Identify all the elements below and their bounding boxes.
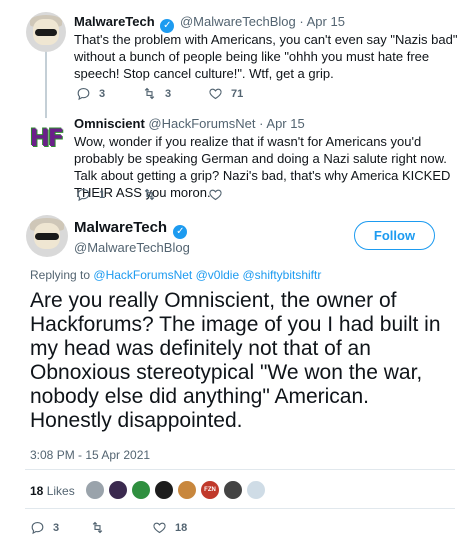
like-count: 18: [175, 521, 188, 534]
heart-icon: [153, 522, 166, 534]
retweet-count: 3: [165, 87, 172, 100]
user-handle[interactable]: @MalwareTechBlog: [74, 240, 190, 255]
like-count: 71: [231, 87, 244, 100]
like-button[interactable]: 18: [152, 520, 187, 535]
thread-tweet-2[interactable]: HF Omniscient @HackForumsNet · Apr 15 Wo…: [0, 110, 474, 210]
reply-icon: [77, 87, 90, 101]
follow-button[interactable]: Follow: [354, 221, 435, 250]
tweet-actions: 3 3 71: [76, 86, 243, 101]
liker-avatar[interactable]: [85, 480, 105, 500]
liker-avatars: FZN: [85, 480, 269, 500]
retweet-icon: [92, 521, 103, 534]
heart-icon: [209, 88, 222, 100]
divider: [25, 469, 455, 470]
likes-count: 18: [30, 484, 44, 498]
reply-button[interactable]: 3: [76, 86, 142, 101]
display-name[interactable]: Omniscient: [74, 116, 145, 131]
reply-count: 1: [99, 188, 106, 201]
reply-icon: [77, 188, 90, 202]
reply-button[interactable]: 1: [76, 187, 142, 202]
main-tweet-text: Are you really Omniscient, the owner of …: [30, 289, 441, 432]
thread-tweet-1[interactable]: MalwareTech ✓ @MalwareTechBlog · Apr 15 …: [0, 0, 474, 110]
likes-summary[interactable]: 18 Likes: [30, 484, 75, 498]
mentioned-users[interactable]: @HackForumsNet @v0ldie @shiftybitshiftr: [93, 268, 321, 282]
tweet-text: That's the problem with Americans, you c…: [74, 32, 458, 81]
main-tweet-actions: 3 18: [30, 520, 187, 535]
replying-to: Replying to @HackForumsNet @v0ldie @shif…: [30, 268, 322, 282]
liker-avatar[interactable]: [131, 480, 151, 500]
avatar[interactable]: [26, 12, 66, 52]
divider: [25, 508, 455, 509]
reply-button[interactable]: 3: [30, 520, 90, 535]
retweet-icon: [144, 188, 155, 201]
liker-avatar[interactable]: FZN: [200, 480, 220, 500]
retweet-button[interactable]: [142, 187, 208, 202]
retweet-icon: [144, 87, 155, 100]
tweet-actions: 1: [76, 187, 231, 202]
liker-avatar[interactable]: [154, 480, 174, 500]
liker-avatar[interactable]: [177, 480, 197, 500]
liker-avatar[interactable]: [108, 480, 128, 500]
retweet-button[interactable]: 3: [142, 86, 208, 101]
avatar[interactable]: HF: [26, 118, 66, 158]
tweet-date[interactable]: Apr 15: [266, 116, 304, 131]
like-button[interactable]: [208, 187, 231, 202]
hackforums-logo: HF: [29, 124, 64, 152]
user-handle[interactable]: @MalwareTechBlog: [180, 14, 296, 29]
liker-avatar[interactable]: [223, 480, 243, 500]
user-handle[interactable]: @HackForumsNet: [148, 116, 255, 131]
display-name[interactable]: MalwareTech: [74, 219, 167, 236]
main-tweet-author: MalwareTech ✓: [74, 219, 189, 239]
retweet-button[interactable]: [90, 520, 152, 535]
verified-icon: ✓: [173, 225, 188, 239]
reply-count: 3: [53, 521, 60, 534]
liker-badge-text: FZN: [204, 487, 216, 493]
heart-icon: [209, 189, 222, 201]
tweet-header: Omniscient @HackForumsNet · Apr 15: [74, 116, 305, 131]
tweet-date[interactable]: Apr 15: [307, 14, 345, 29]
liker-avatar[interactable]: [246, 480, 266, 500]
reply-count: 3: [99, 87, 106, 100]
reply-icon: [31, 521, 44, 535]
tweet-timestamp[interactable]: 3:08 PM - 15 Apr 2021: [30, 448, 150, 462]
display-name[interactable]: MalwareTech: [74, 14, 155, 29]
avatar[interactable]: [26, 215, 68, 257]
like-button[interactable]: 71: [208, 86, 243, 101]
